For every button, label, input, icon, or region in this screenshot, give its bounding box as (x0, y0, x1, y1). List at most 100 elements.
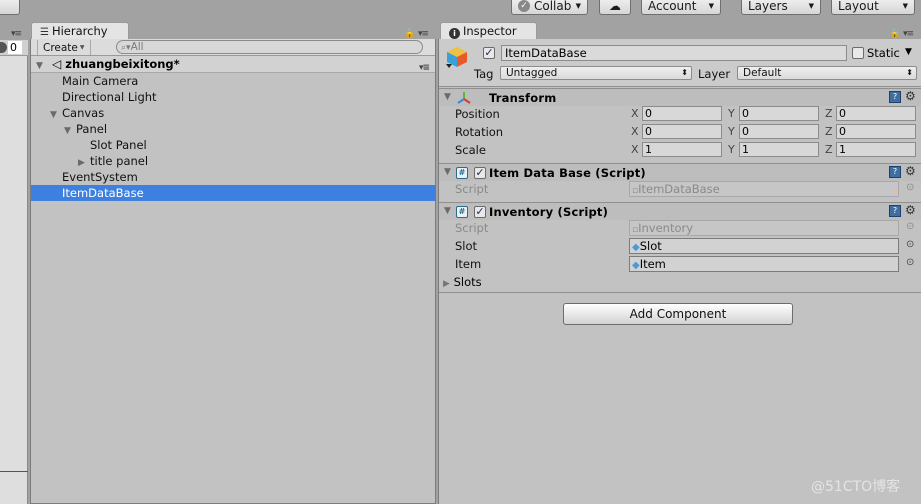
scale-x-input[interactable]: 1 (642, 142, 722, 157)
collapsed-triangle-icon: ▶ (443, 279, 450, 289)
collab-button[interactable]: ✓ Collab ▼ (511, 0, 588, 15)
tag-value: Untagged (506, 67, 558, 79)
axis-y-label: Y (728, 143, 735, 156)
updown-arrow-icon: ⬍ (906, 68, 913, 77)
slot-object-field[interactable]: ◆Slot (629, 238, 899, 254)
cloud-button[interactable]: ☁ (599, 0, 631, 15)
add-component-button[interactable]: Add Component (563, 303, 793, 325)
component-enabled-checkbox[interactable]: ✓ (474, 167, 486, 179)
search-placeholder: All (130, 41, 144, 53)
gear-icon[interactable]: ⚙ (905, 164, 916, 178)
console-count: 0 (8, 41, 22, 54)
object-picker-icon[interactable]: ⊙ (906, 239, 914, 250)
expand-triangle-icon[interactable]: ▼ (444, 206, 456, 216)
hierarchy-item-main-camera[interactable]: Main Camera (62, 73, 138, 89)
object-picker-icon[interactable]: ⊙ (906, 221, 914, 232)
scene-name: zhuangbeixitong* (65, 57, 180, 71)
layer-dropdown[interactable]: Default ⬍ (737, 66, 917, 80)
gameobject-cube-icon[interactable] (445, 45, 469, 69)
hierarchy-item-canvas[interactable]: ▼ Canvas (50, 105, 104, 121)
updown-arrow-icon: ⬍ (681, 68, 688, 77)
value: 0 (645, 125, 652, 138)
position-z-input[interactable]: 0 (836, 106, 916, 121)
hierarchy-item-slot-panel[interactable]: Slot Panel (90, 137, 147, 153)
hierarchy-item-eventsystem[interactable]: EventSystem (62, 169, 138, 185)
help-icon[interactable]: ? (889, 91, 901, 103)
panel-menu-icon[interactable]: ▾≡ (903, 29, 914, 39)
hierarchy-panel: Create ▼ ⌕▾All ▼ ◁ zhuangbeixitong* ▾≡ Ma… (30, 39, 436, 504)
scale-z-input[interactable]: 1 (836, 142, 916, 157)
cloud-icon: ☁ (609, 0, 621, 13)
script-label: Script (455, 221, 489, 235)
hierarchy-item-title-panel[interactable]: ▶ title panel (78, 153, 148, 169)
account-button[interactable]: Account ▼ (641, 0, 721, 15)
scale-y-input[interactable]: 1 (739, 142, 819, 157)
static-checkbox[interactable] (852, 47, 864, 59)
inspector-header: ✓ ItemDataBase Static ▼ Tag Untagged ⬍ La… (439, 39, 921, 87)
scene-menu-icon[interactable]: ▾≡ (419, 60, 430, 77)
help-icon[interactable]: ? (889, 205, 901, 217)
lock-icon[interactable]: 🔒 (404, 29, 415, 39)
expanded-triangle-icon[interactable]: ▼ (50, 107, 62, 123)
layers-button[interactable]: Layers ▼ (741, 0, 821, 15)
hierarchy-item-directional-light[interactable]: Directional Light (62, 89, 157, 105)
object-picker-icon[interactable]: ⊙ (906, 257, 914, 268)
object-picker-icon[interactable]: ⊙ (906, 182, 914, 193)
help-icon[interactable]: ? (889, 166, 901, 178)
item-label: Canvas (62, 106, 105, 120)
tag-dropdown[interactable]: Untagged ⬍ (500, 66, 692, 80)
static-label: Static (867, 46, 900, 60)
hierarchy-search-input[interactable]: ⌕▾All (116, 40, 423, 54)
create-button[interactable]: Create ▼ (37, 40, 91, 55)
item-object-field[interactable]: ◆Item (629, 256, 899, 272)
info-icon: i (449, 28, 460, 39)
csharp-script-icon: # (456, 206, 468, 218)
toolbar-stub-button[interactable] (0, 0, 20, 15)
object-name-input[interactable]: ItemDataBase (501, 45, 847, 61)
left-panel: 0 (0, 40, 28, 504)
value: 0 (839, 125, 846, 138)
panel-menu-icon[interactable]: ▾≡ (11, 29, 22, 39)
item-label: EventSystem (62, 170, 138, 184)
hierarchy-item-panel[interactable]: ▼ Panel (64, 121, 107, 137)
inspector-panel: ✓ ItemDataBase Static ▼ Tag Untagged ⬍ La… (438, 39, 921, 504)
panel-menu-icon[interactable]: ▾≡ (418, 29, 429, 39)
tab-hierarchy-label: Hierarchy (51, 24, 108, 38)
inventory-component-header[interactable]: ▼ # ✓ Inventory (Script) ? ⚙ (439, 202, 921, 220)
expand-triangle-icon[interactable]: ▼ (444, 92, 456, 102)
position-y-input[interactable]: 0 (739, 106, 819, 121)
collab-check-icon: ✓ (518, 0, 530, 12)
create-label: Create (43, 42, 78, 54)
layout-button[interactable]: Layout ▼ (831, 0, 915, 15)
rotation-x-input[interactable]: 0 (642, 124, 722, 139)
axis-z-label: Z (825, 125, 833, 138)
scene-row[interactable]: ▼ ◁ zhuangbeixitong* ▾≡ (31, 56, 435, 73)
gear-icon[interactable]: ⚙ (905, 89, 916, 103)
tab-hierarchy[interactable]: ☰ Hierarchy (31, 22, 129, 40)
static-dropdown-icon[interactable]: ▼ (905, 47, 912, 57)
slots-label: Slots (453, 275, 482, 289)
rotation-z-input[interactable]: 0 (836, 124, 916, 139)
chevron-down-icon: ▼ (902, 1, 908, 10)
expand-triangle-icon[interactable]: ▼ (36, 58, 48, 75)
itemdatabase-component-header[interactable]: ▼ # ✓ Item Data Base (Script) ? ⚙ (439, 163, 921, 181)
gear-icon[interactable]: ⚙ (905, 203, 916, 217)
expanded-triangle-icon[interactable]: ▼ (64, 123, 76, 139)
slot-label: Slot (455, 239, 478, 253)
slots-foldout[interactable]: ▶ Slots (443, 275, 482, 289)
position-x-input[interactable]: 0 (642, 106, 722, 121)
layer-label: Layer (698, 67, 731, 81)
transform-header[interactable]: ▼ Transform ? ⚙ (439, 88, 921, 106)
active-checkbox[interactable]: ✓ (483, 47, 495, 59)
rotation-y-input[interactable]: 0 (739, 124, 819, 139)
component-enabled-checkbox[interactable]: ✓ (474, 206, 486, 218)
chevron-down-icon: ▼ (808, 1, 814, 10)
rotation-label: Rotation (455, 125, 504, 139)
hierarchy-item-itemdatabase[interactable]: ItemDataBase (31, 185, 436, 201)
lock-icon[interactable]: 🔒 (889, 29, 900, 39)
console-error-icon (0, 42, 7, 53)
value: 0 (645, 107, 652, 120)
expand-triangle-icon[interactable]: ▼ (444, 167, 456, 177)
csharp-script-icon: # (456, 167, 468, 179)
tab-inspector[interactable]: i Inspector (440, 22, 537, 40)
